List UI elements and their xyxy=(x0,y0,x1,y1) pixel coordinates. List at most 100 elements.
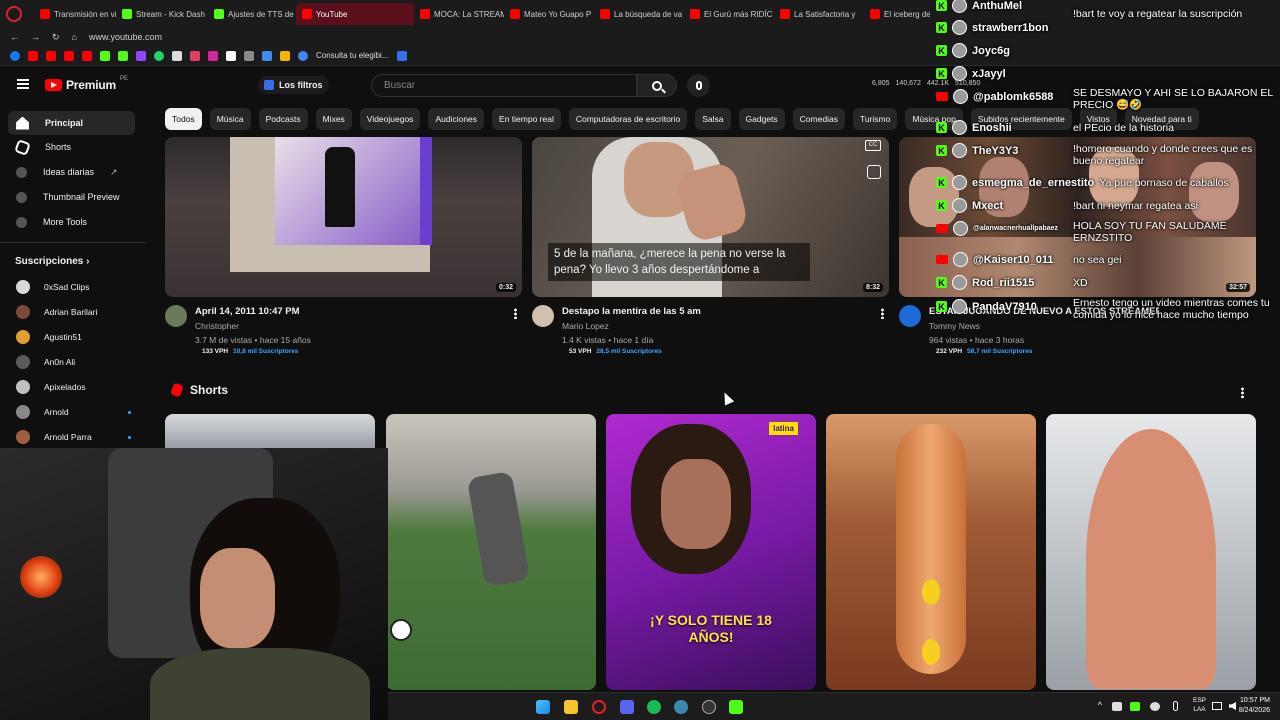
search-input[interactable]: Buscar xyxy=(371,74,637,97)
tray-icon[interactable] xyxy=(1130,702,1140,711)
volume-icon[interactable] xyxy=(1229,702,1236,710)
subscription-item[interactable]: Apixelados xyxy=(16,377,131,397)
whatsapp-bookmark-icon[interactable] xyxy=(154,50,164,61)
spotify-icon[interactable] xyxy=(647,700,661,714)
chip[interactable]: Computadoras de escritorio xyxy=(568,108,688,130)
network-icon[interactable] xyxy=(1212,702,1222,710)
opera-gx-icon[interactable] xyxy=(6,6,22,22)
windows-start-icon[interactable] xyxy=(536,700,550,714)
captions-icon[interactable]: CC xyxy=(865,140,881,151)
more-options-icon[interactable] xyxy=(881,308,884,319)
chip[interactable]: Videojuegos xyxy=(359,108,421,130)
more-options-icon[interactable] xyxy=(514,308,517,319)
filters-extension-button[interactable]: Los filtros xyxy=(258,76,329,94)
discord-icon[interactable] xyxy=(620,700,634,714)
file-explorer-icon[interactable] xyxy=(564,700,578,714)
youtube-bookmark-icon[interactable] xyxy=(64,50,74,61)
video-title[interactable]: April 14, 2011 10:47 PM xyxy=(195,306,495,318)
browser-tab[interactable]: MOCA: La STREAM xyxy=(414,3,504,25)
sidebar-item-shorts[interactable]: Shorts xyxy=(8,135,135,159)
browser-tab[interactable]: Transmisión en vivo xyxy=(34,3,116,25)
chip[interactable]: Audiciones xyxy=(428,108,485,130)
browser-tab[interactable]: La búsqueda de va xyxy=(594,3,684,25)
tray-chevron-icon[interactable]: ^ xyxy=(1098,700,1102,710)
menu-icon[interactable] xyxy=(17,79,29,89)
kick-bookmark-icon[interactable] xyxy=(118,50,128,61)
tray-icon[interactable] xyxy=(1112,702,1122,711)
opera-gx-icon[interactable] xyxy=(592,700,606,714)
microphone-tray-icon[interactable] xyxy=(1173,701,1178,711)
youtube-bookmark-icon[interactable] xyxy=(46,50,56,61)
browser-tab[interactable]: El iceberg de los xyxy=(864,3,930,25)
image-bookmark-icon[interactable] xyxy=(190,50,200,61)
chip[interactable]: Mixes xyxy=(315,108,352,130)
chip[interactable]: Salsa xyxy=(695,108,731,130)
tray-icon[interactable] xyxy=(1150,702,1160,711)
youtube-logo[interactable]: Premium PE xyxy=(45,76,128,92)
google-bookmark-icon[interactable] xyxy=(298,50,308,61)
picture-in-picture-icon[interactable] xyxy=(867,165,881,179)
drive-bookmark-icon[interactable] xyxy=(280,50,290,61)
browser-tab[interactable]: Ajustes de TTS de xyxy=(208,3,296,25)
short-card[interactable]: latina ¡Y SOLO TIENE 18 AÑOS! xyxy=(606,414,816,690)
browser-tab[interactable]: Stream - Kick Dash xyxy=(116,3,208,25)
video-title[interactable]: Destapo la mentira de las 5 am xyxy=(562,306,862,318)
avatar[interactable] xyxy=(165,305,187,327)
bookmark-icon[interactable] xyxy=(244,50,254,61)
chip[interactable]: En tiempo real xyxy=(492,108,561,130)
short-card[interactable] xyxy=(1046,414,1256,690)
app-icon[interactable] xyxy=(674,700,688,714)
twitch-bookmark-icon[interactable] xyxy=(136,50,146,61)
video-thumbnail[interactable]: 5 de la mañana, ¿merece la pena no verse… xyxy=(532,137,889,297)
chip-all[interactable]: Todos xyxy=(165,108,202,130)
address-bar[interactable]: www.youtube.com xyxy=(89,32,162,42)
avatar[interactable] xyxy=(899,305,921,327)
chip[interactable]: Música xyxy=(209,108,251,130)
subscription-item[interactable]: Agustin51 xyxy=(16,327,131,347)
channel-name[interactable]: Christopher xyxy=(195,320,239,333)
back-icon[interactable]: ← xyxy=(10,32,19,42)
avatar[interactable] xyxy=(532,305,554,327)
forward-icon[interactable]: → xyxy=(31,32,40,42)
bookmark-icon[interactable] xyxy=(396,50,407,61)
facebook-bookmark-icon[interactable] xyxy=(10,50,20,61)
sidebar-item-more-tools[interactable]: More Tools xyxy=(8,210,135,234)
home-nav-icon[interactable]: ⌂ xyxy=(72,32,77,42)
bookmark-label[interactable]: Consulta tu elegibi... xyxy=(316,51,389,60)
more-options-icon[interactable] xyxy=(1241,387,1244,398)
instagram-bookmark-icon[interactable] xyxy=(208,50,218,61)
youtube-bookmark-icon[interactable] xyxy=(82,50,92,61)
chip[interactable]: Comedias xyxy=(792,108,845,130)
chip[interactable]: Turismo xyxy=(852,108,898,130)
subscriptions-heading[interactable]: Suscripciones › xyxy=(15,256,89,267)
subscription-item[interactable]: Adrian Barilari xyxy=(16,302,131,322)
browser-tab[interactable]: El Gurú más RIDÍC xyxy=(684,3,774,25)
app-icon[interactable] xyxy=(729,700,743,714)
bookmark-icon[interactable] xyxy=(172,50,182,61)
search-button[interactable] xyxy=(637,74,677,97)
short-card[interactable] xyxy=(826,414,1036,690)
subscription-item[interactable]: An0n Ali xyxy=(16,352,131,372)
clock[interactable]: 10:57 PM 8/24/2026 xyxy=(1239,696,1270,716)
x-bookmark-icon[interactable] xyxy=(226,50,236,61)
youtube-bookmark-icon[interactable] xyxy=(28,50,38,61)
browser-tab[interactable]: Mateo Yo Guapo P xyxy=(504,3,594,25)
browser-tab[interactable]: La Satisfactoria y xyxy=(774,3,864,25)
subscription-item[interactable]: 0xSad Clips xyxy=(16,277,131,297)
obs-icon[interactable] xyxy=(702,700,716,714)
sidebar-item-thumbnail-preview[interactable]: Thumbnail Preview xyxy=(8,185,135,209)
sidebar-item-home[interactable]: Principal xyxy=(8,111,135,135)
reload-icon[interactable]: ↻ xyxy=(52,32,60,43)
voice-search-button[interactable] xyxy=(687,74,710,97)
chip[interactable]: Gadgets xyxy=(738,108,785,130)
subscription-item[interactable]: Arnold Parra xyxy=(16,427,131,447)
channel-name[interactable]: Mario Lopez xyxy=(562,320,609,333)
bookmark-icon[interactable] xyxy=(262,50,272,61)
subscription-item[interactable]: Arnold xyxy=(16,402,131,422)
short-card[interactable] xyxy=(386,414,596,690)
kick-bookmark-icon[interactable] xyxy=(100,50,110,61)
chip[interactable]: Podcasts xyxy=(258,108,308,130)
browser-tab-active[interactable]: YouTube xyxy=(296,3,414,25)
language-indicator[interactable]: ESP LAA xyxy=(1193,696,1206,714)
sidebar-item-ideas[interactable]: Ideas diarias ↗ xyxy=(8,160,135,184)
